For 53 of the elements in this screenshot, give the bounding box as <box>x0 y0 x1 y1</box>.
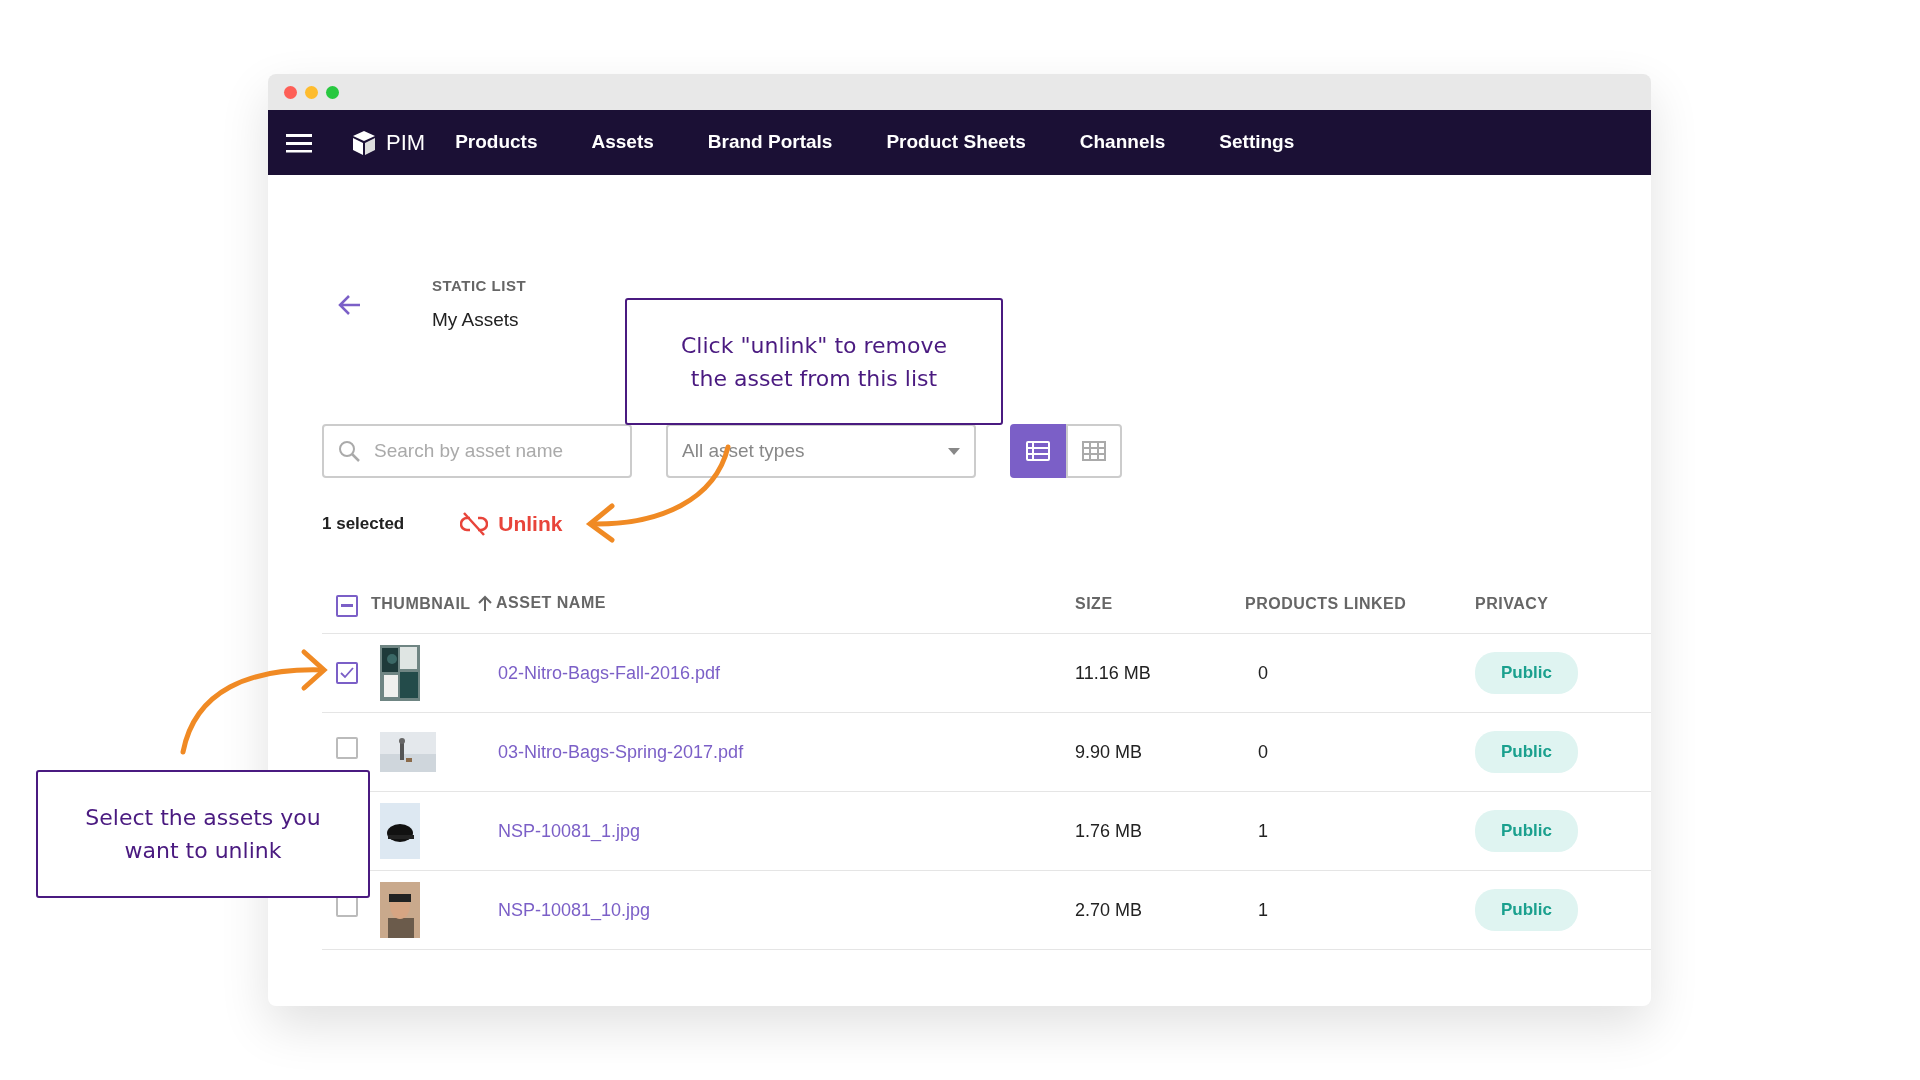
linked-count: 1 <box>1258 899 1268 920</box>
linked-count: 1 <box>1258 820 1268 841</box>
menu-icon[interactable] <box>286 132 312 153</box>
unlink-icon <box>460 511 489 536</box>
brand-name[interactable]: PIM <box>386 126 426 159</box>
nav-link-item[interactable]: Settings <box>1219 128 1295 157</box>
list-icon <box>1026 441 1050 461</box>
list-title: My Assets <box>432 307 520 332</box>
search-field[interactable]: Search by asset name <box>322 424 632 478</box>
privacy-tag: Public <box>1475 731 1578 773</box>
asset-name-link[interactable]: NSP-10081_10.jpg <box>498 896 651 924</box>
file-size: 11.16 MB <box>1075 662 1151 683</box>
grid-icon <box>1082 441 1106 461</box>
selection-count: 1 selected <box>322 513 405 535</box>
nav-link-item[interactable]: Products <box>455 128 538 157</box>
maximize-dot[interactable] <box>326 85 339 99</box>
nav-link-item[interactable]: Brand Portals <box>707 128 833 157</box>
column-header[interactable]: PRIVACY <box>1475 595 1549 613</box>
privacy-tag: Public <box>1475 810 1578 852</box>
asset-name-link[interactable]: 02-Nitro-Bags-Fall-2016.pdf <box>498 659 721 687</box>
row-checkbox[interactable] <box>336 661 358 684</box>
close-dot[interactable] <box>284 85 297 99</box>
sort-up-icon[interactable] <box>478 594 492 611</box>
callout-tooltip: Select the assets you want to unlink <box>36 770 370 898</box>
asset-name-link[interactable]: 03-Nitro-Bags-Spring-2017.pdf <box>498 738 744 766</box>
cube-icon <box>352 129 376 156</box>
privacy-tag: Public <box>1475 652 1578 694</box>
callout-tooltip: Click "unlink" to remove the asset from this list <box>625 298 1003 425</box>
list-view-button[interactable] <box>1010 424 1066 478</box>
nav-link-item[interactable]: Channels <box>1079 128 1166 157</box>
nav-link-item[interactable]: Product Sheets <box>886 128 1026 157</box>
column-header[interactable]: THUMBNAIL <box>371 595 471 613</box>
privacy-tag: Public <box>1475 889 1578 931</box>
asset-name-link[interactable]: NSP-10081_1.jpg <box>498 817 641 845</box>
column-header[interactable]: ASSET NAME <box>496 590 606 615</box>
check-icon <box>340 666 354 679</box>
column-header[interactable]: PRODUCTS LINKED <box>1245 595 1407 613</box>
minus-icon <box>341 604 353 609</box>
caret-icon <box>948 447 960 455</box>
search-icon <box>338 440 360 462</box>
back-arrow-icon[interactable] <box>338 294 362 316</box>
file-size: 9.90 MB <box>1075 741 1143 762</box>
file-size: 2.70 MB <box>1075 899 1143 920</box>
unlink-button[interactable]: Unlink <box>460 508 563 540</box>
linked-count: 0 <box>1258 741 1268 762</box>
row-checkbox[interactable] <box>336 737 358 759</box>
select-all-checkbox[interactable] <box>336 595 358 618</box>
file-size: 1.76 MB <box>1075 820 1143 841</box>
linked-count: 0 <box>1258 662 1268 683</box>
column-header[interactable]: SIZE <box>1075 595 1113 613</box>
nav-link-item[interactable]: Assets <box>591 128 654 157</box>
minimize-dot[interactable] <box>305 85 318 99</box>
list-type-label: STATIC LIST <box>432 276 527 296</box>
